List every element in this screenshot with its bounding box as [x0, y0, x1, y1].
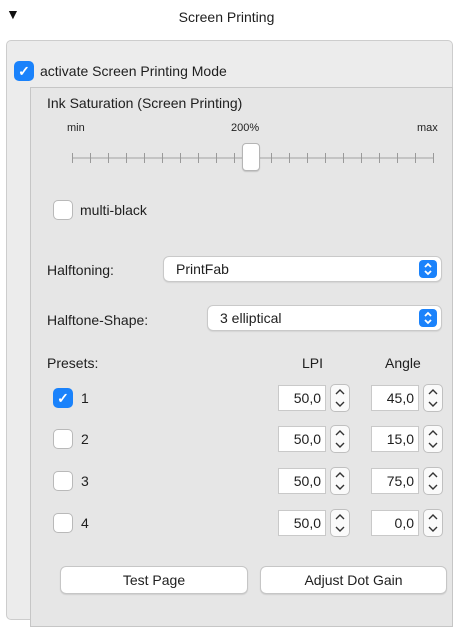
slider-tick [289, 153, 290, 163]
slider-tick [343, 153, 344, 163]
chevron-up-icon [335, 389, 345, 395]
slider-min-label: min [67, 122, 85, 134]
preset-3-checkbox[interactable] [53, 471, 73, 491]
updown-chevron-icon [419, 260, 437, 278]
chevron-up-icon [428, 430, 438, 436]
slider-tick [126, 153, 127, 163]
preset-2-label: 2 [81, 431, 89, 447]
slider-tick [234, 153, 235, 163]
preset-2-angle-field[interactable]: 15,0 [371, 426, 419, 452]
slider-tick [397, 153, 398, 163]
lpi-column-header: LPI [302, 355, 324, 371]
slider-tick [72, 153, 73, 163]
slider-tick [216, 153, 217, 163]
halftoning-value: PrintFab [176, 261, 229, 277]
chevron-down-icon [428, 484, 438, 490]
chevron-down-icon [428, 442, 438, 448]
preset-1-label: 1 [81, 390, 89, 406]
preset-4-lpi-field[interactable]: 50,0 [278, 510, 326, 536]
preset-1-lpi-field[interactable]: 50,0 [278, 385, 326, 411]
halftoning-label: Halftoning: [47, 262, 114, 278]
chevron-down-icon [335, 526, 345, 532]
chevron-down-icon [428, 401, 438, 407]
ink-saturation-slider-thumb[interactable] [242, 143, 260, 171]
preset-3-angle-field[interactable]: 75,0 [371, 468, 419, 494]
preset-3-lpi-stepper[interactable] [330, 467, 350, 495]
slider-max-label: max [417, 122, 438, 134]
chevron-up-icon [428, 514, 438, 520]
slider-tick [415, 153, 416, 163]
activate-screen-printing-label: activate Screen Printing Mode [40, 63, 227, 79]
halftone-shape-value: 3 elliptical [220, 310, 282, 326]
chevron-down-icon [335, 484, 345, 490]
slider-tick [307, 153, 308, 163]
chevron-up-icon [335, 514, 345, 520]
chevron-down-icon [428, 526, 438, 532]
updown-chevron-icon [419, 309, 437, 327]
preset-1-checkbox[interactable]: ✓ [53, 388, 73, 408]
chevron-up-icon [335, 430, 345, 436]
preset-4-label: 4 [81, 515, 89, 531]
preset-3-lpi-field[interactable]: 50,0 [278, 468, 326, 494]
chevron-up-icon [428, 389, 438, 395]
slider-tick [325, 153, 326, 163]
checkmark-icon: ✓ [57, 390, 69, 406]
multi-black-checkbox[interactable] [53, 200, 73, 220]
adjust-dot-gain-button[interactable]: Adjust Dot Gain [260, 566, 447, 594]
preset-4-checkbox[interactable] [53, 513, 73, 533]
chevron-up-icon [428, 472, 438, 478]
preset-1-lpi-stepper[interactable] [330, 384, 350, 412]
preset-1-angle-stepper[interactable] [423, 384, 443, 412]
slider-tick [361, 153, 362, 163]
chevron-down-icon [335, 401, 345, 407]
activate-screen-printing-checkbox[interactable]: ✓ [14, 61, 34, 81]
slider-tick [379, 153, 380, 163]
checkmark-icon: ✓ [18, 63, 30, 79]
section-header[interactable]: ▼ Screen Printing [0, 0, 453, 36]
slider-tick [90, 153, 91, 163]
ink-saturation-title: Ink Saturation (Screen Printing) [47, 95, 243, 111]
section-title: Screen Printing [178, 9, 275, 25]
preset-2-lpi-stepper[interactable] [330, 425, 350, 453]
halftoning-select[interactable]: PrintFab [163, 256, 442, 282]
slider-tick [198, 153, 199, 163]
angle-column-header: Angle [385, 355, 421, 371]
halftone-shape-select[interactable]: 3 elliptical [207, 305, 442, 331]
preset-2-angle-stepper[interactable] [423, 425, 443, 453]
preset-2-checkbox[interactable] [53, 429, 73, 449]
preset-4-angle-stepper[interactable] [423, 509, 443, 537]
chevron-down-icon [335, 442, 345, 448]
slider-tick [144, 153, 145, 163]
preset-4-angle-field[interactable]: 0,0 [371, 510, 419, 536]
presets-label: Presets: [47, 355, 99, 371]
slider-tick [180, 153, 181, 163]
test-page-button[interactable]: Test Page [60, 566, 248, 594]
multi-black-label: multi-black [80, 202, 147, 218]
preset-2-lpi-field[interactable]: 50,0 [278, 426, 326, 452]
preset-4-lpi-stepper[interactable] [330, 509, 350, 537]
preset-1-angle-field[interactable]: 45,0 [371, 385, 419, 411]
slider-tick [108, 153, 109, 163]
chevron-up-icon [335, 472, 345, 478]
slider-tick [271, 153, 272, 163]
slider-tick [433, 153, 434, 163]
preset-3-label: 3 [81, 473, 89, 489]
preset-3-angle-stepper[interactable] [423, 467, 443, 495]
halftone-shape-label: Halftone-Shape: [47, 312, 149, 328]
slider-tick [162, 153, 163, 163]
slider-mid-label: 200% [231, 122, 260, 134]
